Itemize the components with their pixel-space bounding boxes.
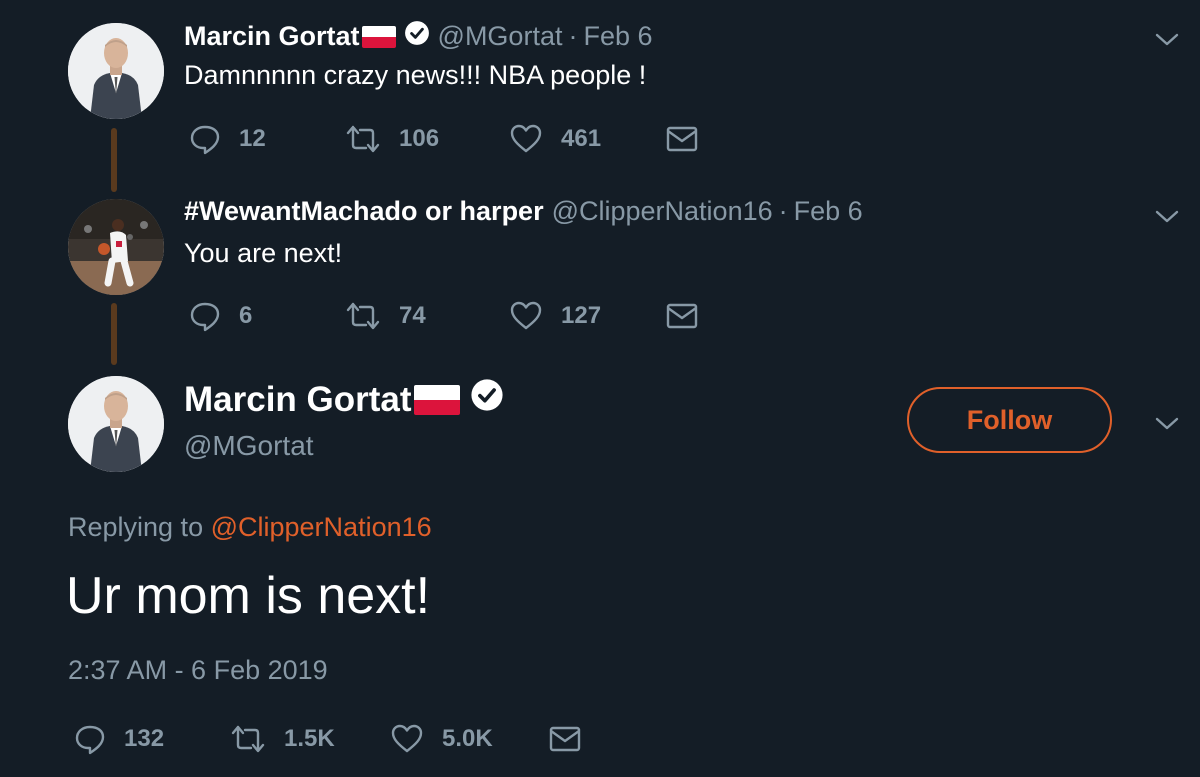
thread-line xyxy=(111,128,117,192)
verified-badge-icon xyxy=(470,378,504,421)
chevron-down-icon[interactable] xyxy=(1154,414,1180,437)
replying-to: Replying to @ClipperNation16 xyxy=(68,512,432,543)
envelope-icon xyxy=(548,725,582,753)
reply-button[interactable]: 6 xyxy=(189,300,345,332)
like-button[interactable]: 461 xyxy=(509,123,665,155)
reply-button[interactable]: 12 xyxy=(189,123,345,155)
main-tweet-text: Ur mom is next! xyxy=(66,567,431,625)
main-tweet-author: Marcin Gortat xyxy=(184,378,504,421)
tweet-thread: Marcin Gortat @MGortat · Feb 6 Damnnnnn … xyxy=(0,0,1200,777)
tweet-date[interactable]: Feb 6 xyxy=(794,196,863,227)
display-name[interactable]: Marcin Gortat xyxy=(184,380,412,420)
retweet-icon xyxy=(230,723,266,755)
reply-count: 12 xyxy=(239,125,266,152)
display-name[interactable]: #WewantMachado or harper xyxy=(184,196,544,227)
poland-flag-icon xyxy=(361,25,396,48)
separator: · xyxy=(568,21,578,51)
chevron-down-icon[interactable] xyxy=(1154,207,1180,230)
tweet-actions: 12 106 461 xyxy=(189,123,699,155)
thread-line xyxy=(111,303,117,365)
tweet-header: #WewantMachado or harper @ClipperNation1… xyxy=(184,196,863,227)
reply-icon xyxy=(189,300,221,332)
display-name[interactable]: Marcin Gortat xyxy=(184,21,360,52)
avatar[interactable] xyxy=(68,199,164,295)
envelope-icon xyxy=(665,125,699,153)
verified-badge-icon xyxy=(404,20,430,53)
tweet-text: You are next! xyxy=(184,238,343,268)
heart-icon xyxy=(509,123,543,155)
like-count: 127 xyxy=(561,302,602,329)
like-count: 5.0K xyxy=(442,725,493,752)
like-button[interactable]: 5.0K xyxy=(390,723,548,755)
tweet-text: Damnnnnn crazy news!!! NBA people ! xyxy=(184,60,647,90)
heart-icon xyxy=(509,300,543,332)
retweet-count: 74 xyxy=(399,302,426,329)
retweet-button[interactable]: 1.5K xyxy=(230,723,390,755)
mention-link[interactable]: @ClipperNation16 xyxy=(211,512,432,542)
tweet-actions: 6 74 127 xyxy=(189,300,699,332)
tweet-header: Marcin Gortat @MGortat · Feb 6 xyxy=(184,20,653,53)
reply-count: 6 xyxy=(239,302,253,329)
direct-message-button[interactable] xyxy=(665,125,699,153)
reply-button[interactable]: 132 xyxy=(74,723,230,755)
retweet-count: 1.5K xyxy=(284,725,335,752)
handle[interactable]: @ClipperNation16 xyxy=(552,196,773,227)
handle[interactable]: @MGortat xyxy=(184,430,314,462)
tweet-date[interactable]: Feb 6 xyxy=(583,21,652,52)
reply-icon xyxy=(74,723,106,755)
retweet-button[interactable]: 74 xyxy=(345,300,509,332)
tweet-timestamp[interactable]: 2:37 AM - 6 Feb 2019 xyxy=(68,655,328,686)
retweet-icon xyxy=(345,123,381,155)
avatar[interactable] xyxy=(68,23,164,119)
heart-icon xyxy=(390,723,424,755)
direct-message-button[interactable] xyxy=(665,302,699,330)
avatar[interactable] xyxy=(68,376,164,472)
reply-icon xyxy=(189,123,221,155)
follow-button[interactable]: Follow xyxy=(907,387,1112,453)
tweet-actions: 132 1.5K 5.0K xyxy=(74,723,582,755)
like-count: 461 xyxy=(561,125,602,152)
envelope-icon xyxy=(665,302,699,330)
handle[interactable]: @MGortat xyxy=(438,21,563,52)
like-button[interactable]: 127 xyxy=(509,300,665,332)
separator: · xyxy=(778,196,788,226)
replying-prefix: Replying to xyxy=(68,512,204,542)
chevron-down-icon[interactable] xyxy=(1154,30,1180,53)
retweet-count: 106 xyxy=(399,125,440,152)
retweet-icon xyxy=(345,300,381,332)
direct-message-button[interactable] xyxy=(548,725,582,753)
poland-flag-icon xyxy=(413,384,460,415)
reply-count: 132 xyxy=(124,725,165,752)
retweet-button[interactable]: 106 xyxy=(345,123,509,155)
